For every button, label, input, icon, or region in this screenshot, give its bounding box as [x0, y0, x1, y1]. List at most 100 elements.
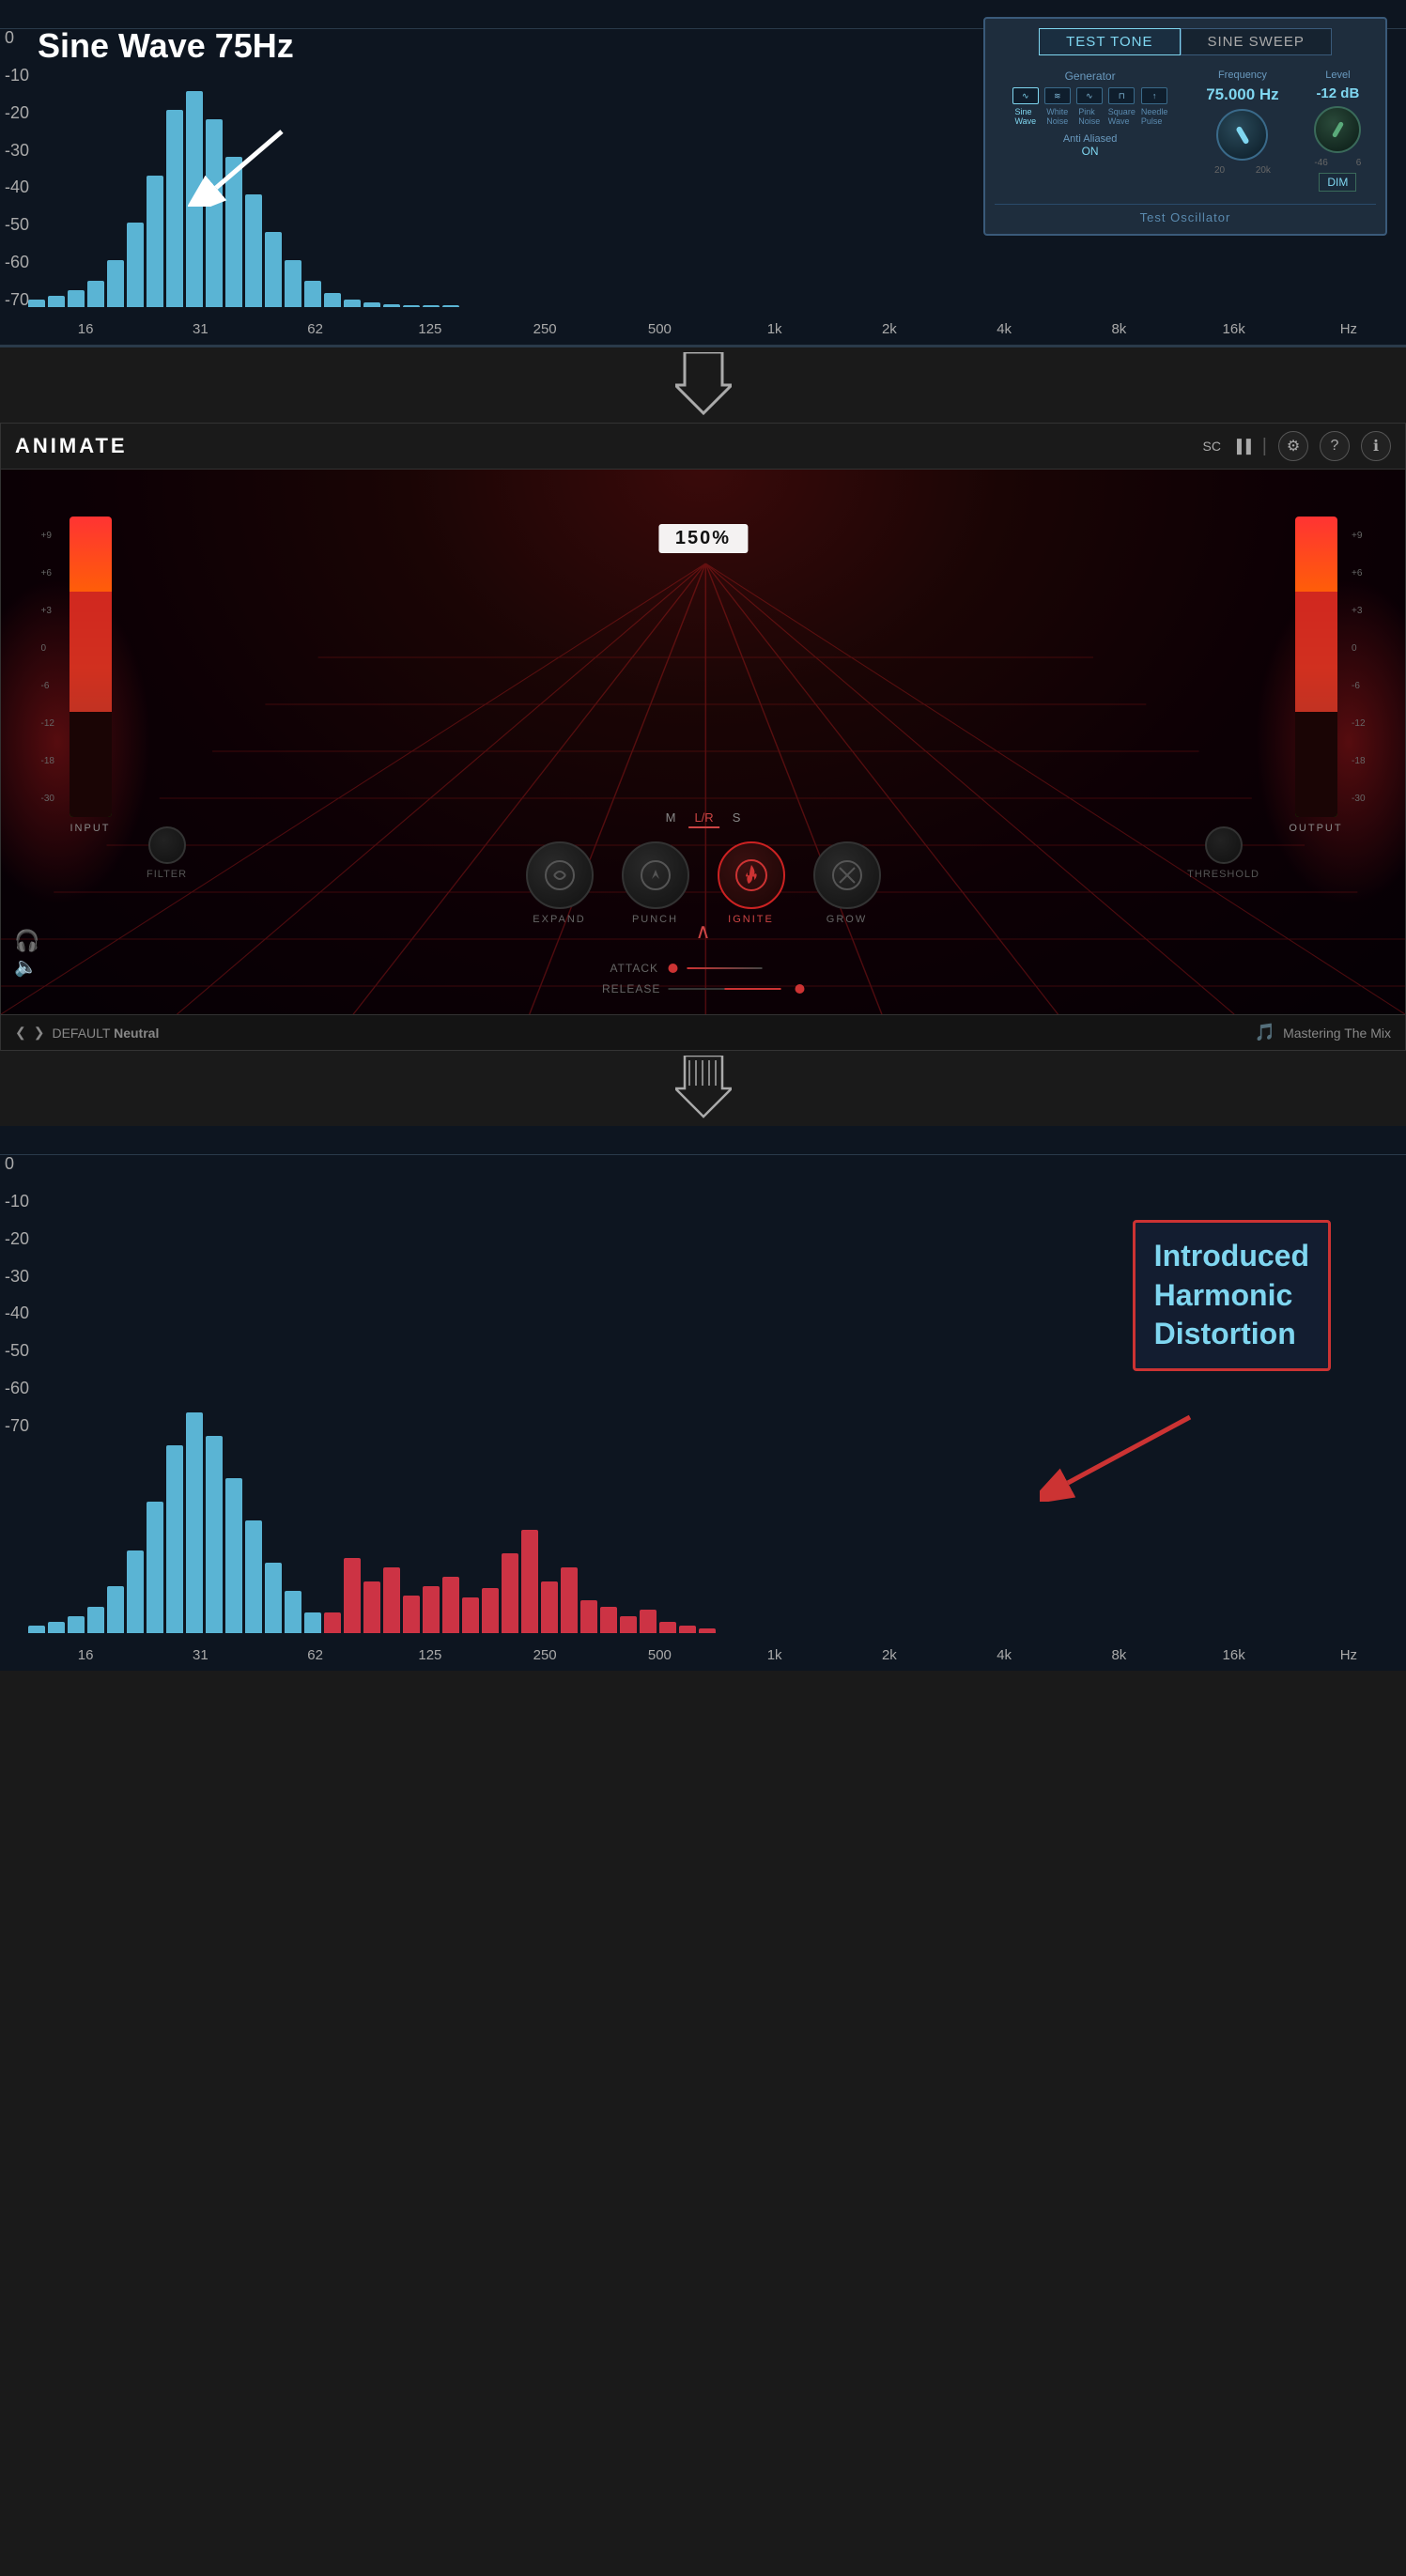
frequency-knob[interactable]	[1216, 109, 1268, 161]
annotation-box: Introduced Harmonic Distortion	[1133, 1220, 1331, 1371]
test-oscillator-panel: TEST TONE SINE SWEEP Generator ∿ SineWav…	[983, 17, 1387, 236]
threshold-knob[interactable]	[1205, 826, 1243, 864]
expand-button[interactable]: EXPAND	[526, 841, 594, 925]
attack-release-controls: ATTACK RELEASE	[602, 962, 804, 995]
stereo-button[interactable]: S	[727, 809, 747, 828]
pink-noise-label: PinkNoise	[1078, 107, 1100, 126]
punch-label: PUNCH	[632, 914, 678, 925]
level-label: Level	[1325, 69, 1350, 81]
bar	[423, 305, 440, 307]
sine-sweep-tab[interactable]: SINE SWEEP	[1181, 28, 1332, 55]
blue-bar	[107, 1586, 124, 1633]
level-knob[interactable]	[1314, 106, 1361, 153]
test-tone-tab[interactable]: TEST TONE	[1039, 28, 1180, 55]
grow-button[interactable]: GROW	[813, 841, 881, 925]
vu-scale-labels-left: +9 +6 +3 0 -6 -12 -18 -30	[41, 517, 54, 817]
bar	[324, 293, 341, 307]
ignite-icon	[718, 841, 785, 909]
bar	[87, 281, 104, 307]
ignite-button[interactable]: IGNITE	[718, 841, 785, 925]
down-arrow-icon-1	[675, 352, 732, 418]
red-bar	[442, 1577, 459, 1633]
info-button[interactable]: ℹ	[1361, 431, 1391, 461]
filter-control: FILTER	[147, 826, 187, 880]
lr-button[interactable]: L/R	[688, 809, 718, 828]
generator-label: Generator	[995, 69, 1185, 83]
white-noise-btn[interactable]: ≋ WhiteNoise	[1044, 87, 1071, 126]
punch-button[interactable]: PUNCH	[622, 841, 689, 925]
effect-buttons: EXPAND PUNCH	[526, 841, 881, 925]
punch-icon	[622, 841, 689, 909]
vu-meter-bar-left	[70, 517, 112, 817]
blue-bar	[28, 1626, 45, 1633]
wave-buttons: ∿ SineWave ≋ WhiteNoise ∿ PinkNoise ⊓ Sq…	[995, 87, 1185, 126]
bar	[363, 302, 380, 307]
bar	[68, 290, 85, 307]
y-axis-labels-bottom: 0 -10 -20 -30 -40 -50 -60 -70	[0, 1154, 29, 1436]
headphone-icon[interactable]: 🎧	[14, 929, 39, 953]
white-noise-label: WhiteNoise	[1046, 107, 1068, 126]
speaker-icon[interactable]: 🔈	[14, 955, 38, 979]
top-spectrum-section: Sine Wave 75Hz 0 -10 -20 -30 -40 -50 -60…	[0, 0, 1406, 347]
level-range: -466	[1314, 158, 1361, 168]
chevron-up[interactable]: ∧	[695, 919, 710, 944]
sc-button[interactable]: SC	[1203, 439, 1221, 454]
y-axis-labels-top: 0 -10 -20 -30 -40 -50 -60 -70	[0, 28, 29, 310]
annotation-arrow-top	[188, 122, 301, 207]
sine-wave-btn[interactable]: ∿ SineWave	[1012, 87, 1039, 126]
attack-dot[interactable]	[668, 964, 677, 973]
animate-plugin-section: ANIMATE SC ▐▐ | ⚙ ? ℹ	[0, 423, 1406, 1051]
blue-bar	[127, 1550, 144, 1633]
animate-title: ANIMATE	[15, 434, 128, 458]
bar	[28, 300, 45, 307]
frequency-section: Frequency 75.000 Hz 2020k	[1195, 69, 1290, 192]
bar	[285, 260, 301, 307]
anti-aliased-section: Anti Aliased ON	[995, 133, 1185, 158]
red-bar	[324, 1612, 341, 1633]
down-arrow-icon-2	[675, 1056, 732, 1121]
square-wave-btn[interactable]: ⊓ SquareWave	[1108, 87, 1136, 126]
mute-button[interactable]: ▐▐	[1232, 439, 1251, 454]
red-bar	[620, 1616, 637, 1633]
animate-footer: ❮ ❯ DEFAULT Neutral 🎵 Mastering The Mix	[1, 1014, 1405, 1050]
input-label: INPUT	[70, 823, 111, 834]
percentage-value: 150%	[658, 524, 748, 553]
preset-name: DEFAULT Neutral	[52, 1026, 159, 1041]
red-bar	[679, 1626, 696, 1633]
attack-label: ATTACK	[602, 962, 658, 975]
test-oscillator-label: Test Oscillator	[995, 204, 1376, 224]
x-axis-labels-top: 16 31 62 125 250 500 1k 2k 4k 8k 16k Hz	[28, 321, 1406, 337]
sine-wave-label: SineWave	[1014, 107, 1036, 126]
pink-noise-icon: ∿	[1076, 87, 1103, 104]
blue-bar	[245, 1520, 262, 1633]
dim-button[interactable]: DIM	[1319, 173, 1356, 192]
help-button[interactable]: ?	[1320, 431, 1350, 461]
needle-pulse-label: NeedlePulse	[1141, 107, 1168, 126]
bar	[383, 304, 400, 307]
percentage-display: 150%	[658, 524, 748, 567]
needle-pulse-icon: ↑	[1141, 87, 1167, 104]
release-dot[interactable]	[795, 984, 804, 994]
settings-button[interactable]: ⚙	[1278, 431, 1308, 461]
zero-line-bottom	[0, 1154, 1406, 1155]
bar	[442, 305, 459, 307]
sine-wave-icon: ∿	[1012, 87, 1039, 104]
mono-button[interactable]: M	[660, 809, 682, 828]
blue-bar	[87, 1607, 104, 1633]
red-bar	[363, 1581, 380, 1633]
red-bar	[423, 1586, 440, 1633]
blue-bar	[166, 1445, 183, 1633]
preset-next-button[interactable]: ❯	[34, 1025, 45, 1041]
bottom-spectrum-section: 0 -10 -20 -30 -40 -50 -60 -70	[0, 1126, 1406, 1671]
arrow-down-1	[0, 347, 1406, 423]
preset-prev-button[interactable]: ❮	[15, 1025, 26, 1041]
needle-pulse-btn[interactable]: ↑ NeedlePulse	[1141, 87, 1168, 126]
red-bar	[383, 1567, 400, 1633]
blue-bar	[68, 1616, 85, 1633]
filter-knob[interactable]	[148, 826, 186, 864]
osc-body: Generator ∿ SineWave ≋ WhiteNoise ∿ Pink…	[995, 65, 1376, 196]
pink-noise-btn[interactable]: ∿ PinkNoise	[1076, 87, 1103, 126]
annotation-arrow-bottom	[1040, 1408, 1209, 1502]
bar	[166, 110, 183, 307]
vu-mask-right	[1295, 712, 1337, 817]
